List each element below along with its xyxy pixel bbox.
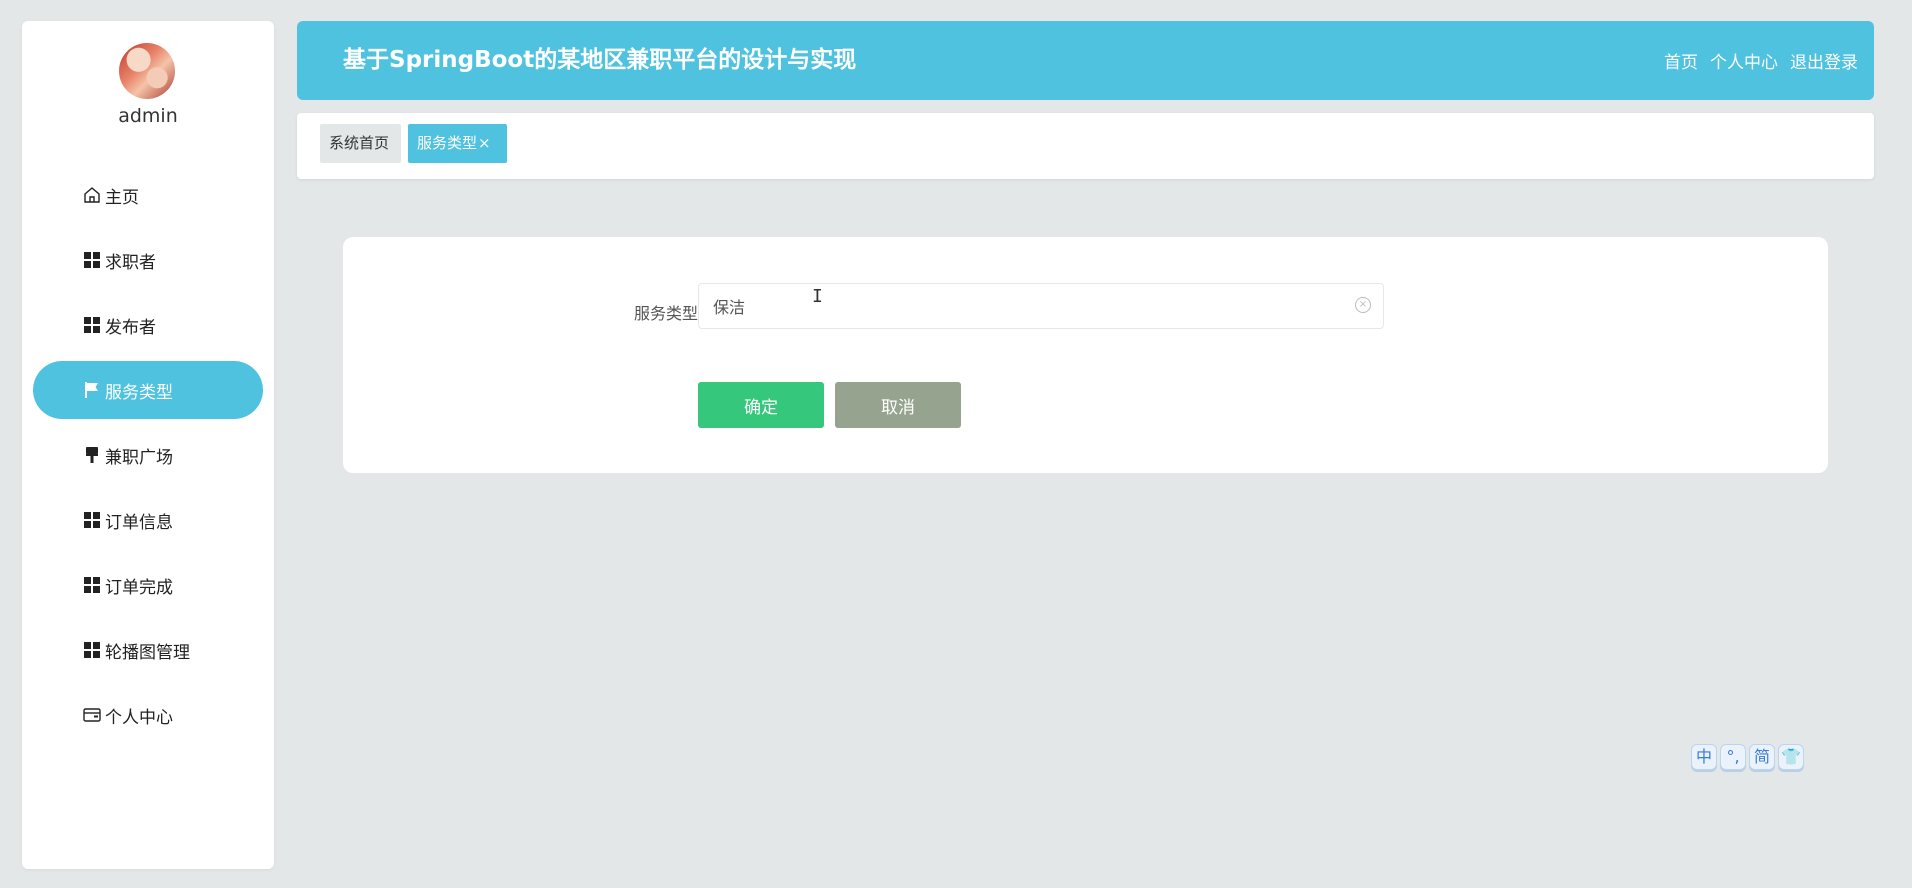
sidebar-item-label: 服务类型	[105, 382, 173, 403]
grid-icon	[83, 511, 101, 529]
close-icon[interactable]: ×	[478, 134, 491, 152]
sidebar-item-label: 主页	[105, 187, 139, 208]
home-icon	[83, 186, 101, 204]
header-nav: 首页 个人中心 退出登录	[1664, 21, 1858, 100]
tab-service-type[interactable]: 服务类型×	[408, 124, 507, 163]
sidebar-item-service-type[interactable]: 服务类型	[33, 361, 263, 419]
avatar[interactable]	[119, 43, 175, 99]
sidebar-item-label: 订单信息	[105, 512, 173, 533]
form-card: 服务类型 × 确定 取消	[343, 237, 1828, 473]
page-title: 基于SpringBoot的某地区兼职平台的设计与实现	[343, 47, 857, 73]
sidebar-item-label: 求职者	[105, 252, 156, 273]
ime-punctuation-button[interactable]: °,	[1720, 744, 1746, 770]
sidebar-item-label: 发布者	[105, 317, 156, 338]
sidebar-item-order-info[interactable]: 订单信息	[33, 491, 263, 549]
sidebar-item-order-complete[interactable]: 订单完成	[33, 556, 263, 614]
tab-system-home[interactable]: 系统首页	[320, 124, 401, 163]
nav-profile-link[interactable]: 个人中心	[1710, 48, 1778, 73]
grid-icon	[83, 641, 101, 659]
grid-icon	[83, 316, 101, 334]
nav-logout-link[interactable]: 退出登录	[1790, 48, 1858, 73]
brush-icon	[83, 446, 101, 464]
sidebar-item-job-square[interactable]: 兼职广场	[33, 426, 263, 484]
sidebar-item-label: 个人中心	[105, 707, 173, 728]
sidebar-item-publishers[interactable]: 发布者	[33, 296, 263, 354]
top-header: 基于SpringBoot的某地区兼职平台的设计与实现 首页 个人中心 退出登录	[297, 21, 1874, 100]
cancel-button[interactable]: 取消	[835, 382, 961, 428]
service-type-label: 服务类型	[633, 304, 698, 323]
confirm-button[interactable]: 确定	[698, 382, 824, 428]
sidebar-item-carousel[interactable]: 轮播图管理	[33, 621, 263, 679]
ime-chinese-mode-button[interactable]: 中	[1691, 744, 1717, 770]
sidebar-item-profile[interactable]: 个人中心	[33, 686, 263, 744]
grid-icon	[83, 576, 101, 594]
wallet-icon	[83, 706, 101, 724]
tags-view: 系统首页 服务类型×	[297, 113, 1874, 179]
tab-label: 系统首页	[329, 134, 390, 152]
service-type-input[interactable]	[698, 283, 1384, 329]
sidebar-item-home[interactable]: 主页	[33, 166, 263, 224]
username: admin	[118, 105, 178, 127]
flag-icon	[83, 381, 101, 399]
sidebar-item-label: 订单完成	[105, 577, 173, 598]
sidebar-item-label: 轮播图管理	[105, 642, 190, 663]
clear-icon[interactable]: ×	[1355, 297, 1371, 313]
sidebar: admin 主页 求职者 发布者 服务类型 兼职广场 订单信息 订单完成 轮播图…	[22, 21, 274, 869]
ime-simplified-button[interactable]: 简	[1749, 744, 1775, 770]
sidebar-item-job-seekers[interactable]: 求职者	[33, 231, 263, 289]
ime-skin-button[interactable]: 👕	[1778, 744, 1804, 770]
ime-toolbar: 中 °, 简 👕	[1691, 744, 1804, 770]
tab-label: 服务类型	[417, 134, 478, 152]
grid-icon	[83, 251, 101, 269]
nav-home-link[interactable]: 首页	[1664, 48, 1698, 73]
text-cursor-icon: I	[812, 286, 823, 307]
sidebar-item-label: 兼职广场	[105, 447, 173, 468]
